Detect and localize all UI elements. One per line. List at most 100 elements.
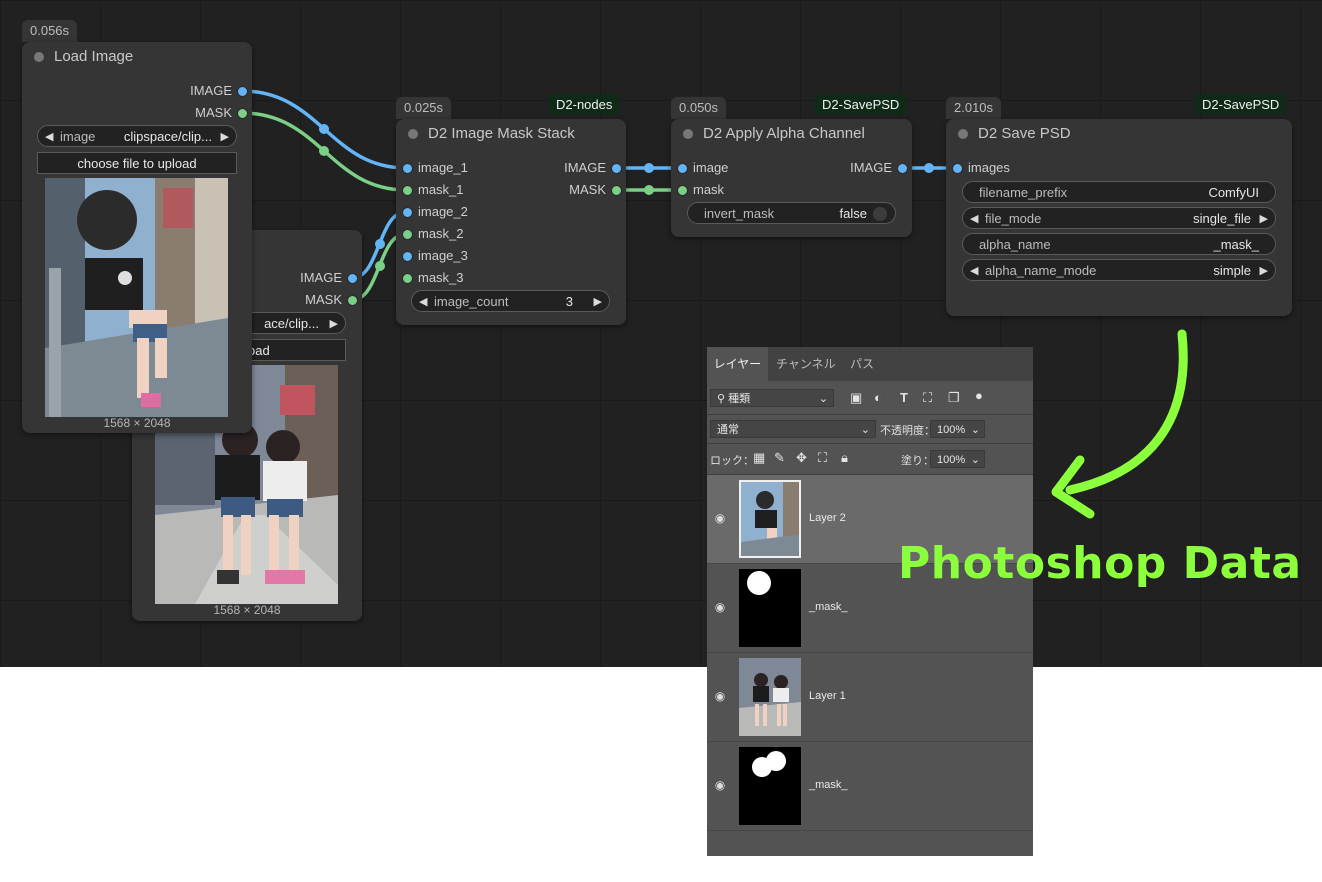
input-pin[interactable] <box>677 163 688 174</box>
filter-row: ⚲ 種類 ⌄ ▣ ◐ T ⛶ ❐ ● <box>707 381 1033 415</box>
input-slot-mask-2[interactable]: mask_2 <box>398 225 464 243</box>
eye-icon[interactable]: ◉ <box>713 689 727 703</box>
smart-object-filter-icon[interactable]: ❐ <box>948 390 960 406</box>
filter-toggle-icon[interactable]: ● <box>975 388 983 403</box>
adjustment-filter-icon[interactable]: ◐ <box>874 390 882 405</box>
lock-all-icon[interactable]: 🔒︎ <box>841 450 848 466</box>
image-count-widget[interactable]: ◀ image_count 3 ▶ <box>411 290 610 312</box>
collapse-dot-icon[interactable] <box>683 129 693 139</box>
output-slot-mask[interactable]: MASK <box>195 104 252 122</box>
alpha-name-field[interactable]: alpha_name _mask_ <box>962 233 1276 255</box>
arrow-right-icon[interactable]: ▶ <box>330 313 338 335</box>
apply-alpha-channel-node[interactable]: D2 Apply Alpha Channel image mask IMAGE … <box>671 119 912 237</box>
input-pin[interactable] <box>952 163 963 174</box>
arrow-right-icon[interactable]: ▶ <box>221 126 229 148</box>
eye-icon[interactable]: ◉ <box>713 511 727 525</box>
toggle-knob-icon[interactable] <box>873 207 887 221</box>
slot-label: MASK <box>305 292 342 307</box>
input-pin[interactable] <box>402 229 413 240</box>
layer-row[interactable]: ◉ Layer 1 <box>707 653 1033 742</box>
collapse-dot-icon[interactable] <box>408 129 418 139</box>
lock-image-icon[interactable]: ✎ <box>774 450 785 466</box>
layer-kind-filter[interactable]: ⚲ 種類 ⌄ <box>710 389 834 407</box>
tab-channels[interactable]: チャンネル <box>776 347 836 381</box>
file-mode-combo[interactable]: ◀ file_mode single_file ▶ <box>962 207 1276 229</box>
arrow-left-icon[interactable]: ◀ <box>419 291 427 313</box>
input-slot-images[interactable]: images <box>948 159 1010 177</box>
arrow-right-icon[interactable]: ▶ <box>1260 260 1268 282</box>
image-combo-widget[interactable]: ◀ image clipspace/clip... ▶ <box>37 125 237 147</box>
shape-filter-icon[interactable]: ⛶ <box>923 390 932 406</box>
output-slot-mask[interactable]: MASK <box>569 181 626 199</box>
fill-input[interactable]: 100% ⌄ <box>930 450 985 468</box>
widget-value: false <box>839 206 867 221</box>
alpha-timing: 0.050s <box>671 97 727 119</box>
input-slot-mask-3[interactable]: mask_3 <box>398 269 464 287</box>
arrow-right-icon[interactable]: ▶ <box>1260 208 1268 230</box>
alpha-name-mode-combo[interactable]: ◀ alpha_name_mode simple ▶ <box>962 259 1276 281</box>
upload-button[interactable]: choose file to upload <box>37 152 237 174</box>
invert-mask-toggle[interactable]: invert_mask false <box>687 202 896 224</box>
arrow-left-icon[interactable]: ◀ <box>970 208 978 230</box>
input-slot-mask-1[interactable]: mask_1 <box>398 181 464 199</box>
layer-row[interactable]: ◉ _mask_ <box>707 742 1033 831</box>
opacity-input[interactable]: 100% ⌄ <box>930 420 985 438</box>
input-slot-image[interactable]: image <box>673 159 728 177</box>
widget-value: ComfyUI <box>1208 185 1259 200</box>
image-filter-icon[interactable]: ▣ <box>850 390 862 406</box>
output-slot-image[interactable]: IMAGE <box>190 82 252 100</box>
output-pin[interactable] <box>347 273 358 284</box>
input-pin[interactable] <box>402 273 413 284</box>
input-pin[interactable] <box>402 207 413 218</box>
image-mask-stack-node[interactable]: D2 Image Mask Stack image_1 mask_1 image… <box>396 119 626 325</box>
slot-label: mask_2 <box>418 226 464 241</box>
input-slot-image-2[interactable]: image_2 <box>398 203 468 221</box>
output-pin[interactable] <box>611 163 622 174</box>
input-pin[interactable] <box>402 185 413 196</box>
eye-icon[interactable]: ◉ <box>713 600 727 614</box>
arrow-left-icon[interactable]: ◀ <box>970 260 978 282</box>
tab-layers[interactable]: レイヤー <box>707 347 768 381</box>
output-slot-image[interactable]: IMAGE <box>300 269 362 287</box>
input-pin[interactable] <box>677 185 688 196</box>
widget-value: single_file <box>1193 211 1251 226</box>
lock-row: ロック： ▦ ✎ ✥ ⛶ 🔒︎ 塗り： 100% ⌄ <box>707 443 1033 475</box>
node-title-bar[interactable]: Load Image <box>22 42 252 72</box>
widget-label: invert_mask <box>704 206 775 221</box>
tab-paths[interactable]: パス <box>850 347 874 381</box>
type-filter-icon[interactable]: T <box>900 390 908 405</box>
output-slot-image[interactable]: IMAGE <box>564 159 626 177</box>
output-pin[interactable] <box>237 86 248 97</box>
arrow-left-icon[interactable]: ◀ <box>45 126 53 148</box>
widget-label: filename_prefix <box>979 185 1068 200</box>
blend-mode-select[interactable]: 通常 ⌄ <box>710 420 876 438</box>
collapse-dot-icon[interactable] <box>34 52 44 62</box>
layer-name: _mask_ <box>809 779 848 791</box>
lock-transparent-icon[interactable]: ▦ <box>753 450 765 466</box>
filename-prefix-field[interactable]: filename_prefix ComfyUI <box>962 181 1276 203</box>
slot-label: image <box>693 160 729 175</box>
save-psd-node[interactable]: D2 Save PSD images filename_prefix Comfy… <box>946 119 1292 316</box>
input-slot-image-1[interactable]: image_1 <box>398 159 468 177</box>
node-title-bar[interactable]: D2 Apply Alpha Channel <box>671 119 912 149</box>
output-pin[interactable] <box>897 163 908 174</box>
output-slot-image[interactable]: IMAGE <box>850 159 912 177</box>
output-pin[interactable] <box>611 185 622 196</box>
layer-name: Layer 2 <box>809 512 846 524</box>
input-pin[interactable] <box>402 163 413 174</box>
eye-icon[interactable]: ◉ <box>713 778 727 792</box>
input-slot-image-3[interactable]: image_3 <box>398 247 468 265</box>
output-slot-mask[interactable]: MASK <box>305 291 362 309</box>
input-slot-mask[interactable]: mask <box>673 181 724 199</box>
node-title-bar[interactable]: D2 Save PSD <box>946 119 1292 149</box>
lock-position-icon[interactable]: ✥ <box>796 450 807 466</box>
output-pin[interactable] <box>347 295 358 306</box>
input-pin[interactable] <box>402 251 413 262</box>
layer2-thumb <box>741 482 799 556</box>
lock-artboard-icon[interactable]: ⛶ <box>818 450 827 466</box>
collapse-dot-icon[interactable] <box>958 129 968 139</box>
output-pin[interactable] <box>237 108 248 119</box>
arrow-right-icon[interactable]: ▶ <box>594 291 602 313</box>
load-image-node[interactable]: Load Image IMAGE MASK ◀ image clipspace/… <box>22 42 252 433</box>
node-title-bar[interactable]: D2 Image Mask Stack <box>396 119 626 149</box>
